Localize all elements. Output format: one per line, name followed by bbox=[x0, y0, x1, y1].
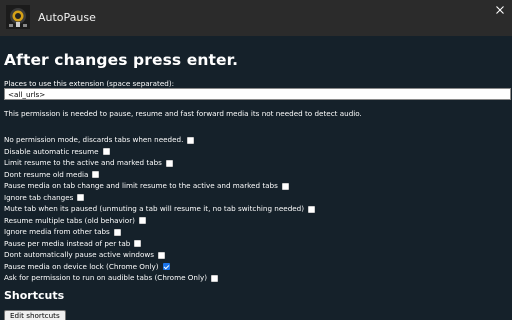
page-heading: After changes press enter. bbox=[4, 51, 239, 69]
close-icon[interactable] bbox=[492, 2, 508, 18]
places-label: Places to use this extension (space sepa… bbox=[4, 79, 175, 88]
option-row[interactable]: Ignore tab changes bbox=[4, 192, 85, 203]
option-row[interactable]: Dont automatically pause active windows bbox=[4, 250, 165, 260]
option-checkbox[interactable] bbox=[158, 251, 165, 259]
option-label: Pause media on device lock (Chrome Only) bbox=[4, 261, 159, 271]
window-title: AutoPause bbox=[38, 11, 96, 24]
option-row[interactable]: Ask for permission to run on audible tab… bbox=[4, 273, 219, 283]
option-row[interactable]: Pause media on tab change and limit resu… bbox=[4, 181, 289, 191]
option-row[interactable]: Limit resume to the active and marked ta… bbox=[4, 158, 173, 168]
option-checkbox[interactable] bbox=[134, 240, 142, 247]
option-checkbox[interactable] bbox=[162, 263, 170, 270]
places-input[interactable] bbox=[4, 88, 511, 100]
option-checkbox[interactable] bbox=[281, 182, 289, 190]
option-checkbox[interactable] bbox=[308, 205, 316, 213]
option-label: Mute tab when its paused (unmuting a tab… bbox=[4, 204, 305, 213]
option-label: Ignore media from other tabs bbox=[4, 227, 110, 236]
option-label: No permission mode, discards tabs when n… bbox=[4, 135, 184, 144]
option-label: Dont automatically pause active windows bbox=[4, 250, 154, 259]
option-label: Ask for permission to run on audible tab… bbox=[4, 273, 208, 282]
option-label: Pause per media instead of per tab bbox=[4, 238, 131, 248]
option-checkbox[interactable] bbox=[77, 194, 85, 201]
option-row[interactable]: Dont resume old media bbox=[4, 169, 100, 180]
option-label: Resume multiple tabs (old behavior) bbox=[4, 215, 135, 225]
option-label: Disable automatic resume bbox=[4, 146, 99, 156]
title-bar: AutoPause bbox=[0, 0, 512, 36]
option-checkbox[interactable] bbox=[165, 159, 173, 167]
option-checkbox[interactable] bbox=[102, 148, 110, 155]
option-label: Ignore tab changes bbox=[4, 192, 74, 202]
option-row[interactable]: Resume multiple tabs (old behavior) bbox=[4, 216, 146, 226]
option-label: Pause media on tab change and limit resu… bbox=[4, 181, 278, 190]
option-label: Limit resume to the active and marked ta… bbox=[4, 158, 162, 167]
option-row[interactable]: Pause per media instead of per tab bbox=[4, 238, 142, 249]
option-row[interactable]: No permission mode, discards tabs when n… bbox=[4, 135, 195, 145]
option-checkbox[interactable] bbox=[187, 136, 195, 144]
option-row[interactable]: Disable automatic resume bbox=[4, 147, 110, 157]
option-row[interactable]: Mute tab when its paused (unmuting a tab… bbox=[4, 204, 316, 214]
option-row[interactable]: Ignore media from other tabs bbox=[4, 227, 121, 237]
edit-shortcuts-button[interactable]: Edit shortcuts bbox=[4, 310, 66, 320]
option-checkbox[interactable] bbox=[211, 274, 219, 282]
option-label: Dont resume old media bbox=[4, 169, 89, 179]
option-checkbox[interactable] bbox=[113, 228, 121, 236]
option-checkbox[interactable] bbox=[92, 171, 100, 178]
permission-note: This permission is needed to pause, resu… bbox=[4, 109, 362, 118]
shortcuts-heading: Shortcuts bbox=[4, 289, 65, 302]
option-checkbox[interactable] bbox=[138, 217, 146, 224]
autopause-app-icon bbox=[6, 5, 30, 29]
option-row[interactable]: Pause media on device lock (Chrome Only) bbox=[4, 262, 170, 272]
